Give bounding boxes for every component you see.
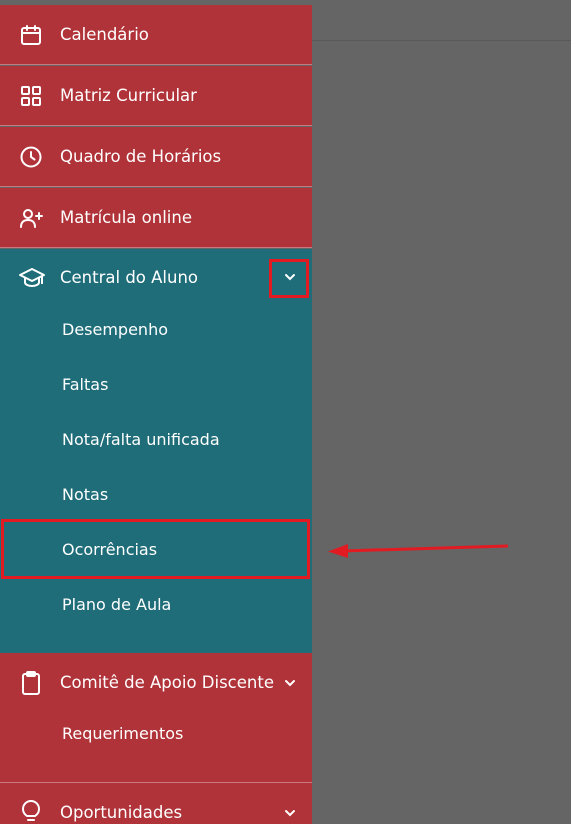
menu-item-matriz-curricular[interactable]: Matriz Curricular [0,66,312,126]
user-plus-icon [18,205,44,231]
chevron-down-icon[interactable] [282,805,298,821]
menu-item-label: Comitê de Apoio Discente [60,673,274,692]
chevron-highlight-box [269,259,309,298]
clock-icon [18,144,44,170]
menu-item-calendario[interactable]: Calendário [0,5,312,65]
menu-item-comite-de-apoio-discente[interactable]: Comitê de Apoio Discente [0,653,312,713]
central-do-aluno-section: Central do Aluno Desempenho Faltas Nota/… [0,249,312,653]
sidebar-menu: Calendário Matriz Curricular Quadro de H… [0,0,312,824]
menu-item-label: Oportunidades [60,803,183,822]
menu-item-label: Quadro de Horários [60,147,222,166]
menu-item-label: Matrícula online [60,208,192,227]
submenu-item-faltas[interactable]: Faltas [62,375,108,394]
ocorrencias-highlight-box [1,519,310,579]
lightbulb-icon [20,800,42,824]
menu-item-label: Matriz Curricular [60,86,197,105]
grid-icon [18,83,44,109]
menu-item-oportunidades[interactable]: Oportunidades [0,783,312,824]
menu-item-label: Calendário [60,25,149,44]
annotation-arrow [324,538,514,562]
submenu-item-notas[interactable]: Notas [62,485,108,504]
clipboard-icon [19,670,43,696]
submenu-item-desempenho[interactable]: Desempenho [62,320,168,339]
submenu-item-nota-falta-unificada[interactable]: Nota/falta unificada [62,430,220,449]
calendar-icon [18,22,44,48]
graduation-cap-icon [18,266,46,290]
main-area-divider [312,40,571,41]
menu-item-label: Central do Aluno [60,268,199,287]
comite-section: Comitê de Apoio Discente Requerimentos [0,653,312,783]
chevron-down-icon[interactable] [282,675,298,691]
menu-item-quadro-de-horarios[interactable]: Quadro de Horários [0,127,312,187]
submenu-item-plano-de-aula[interactable]: Plano de Aula [62,595,171,614]
menu-item-matricula-online[interactable]: Matrícula online [0,188,312,248]
submenu-item-requerimentos[interactable]: Requerimentos [62,724,183,743]
menu-item-central-do-aluno[interactable]: Central do Aluno [0,249,312,309]
